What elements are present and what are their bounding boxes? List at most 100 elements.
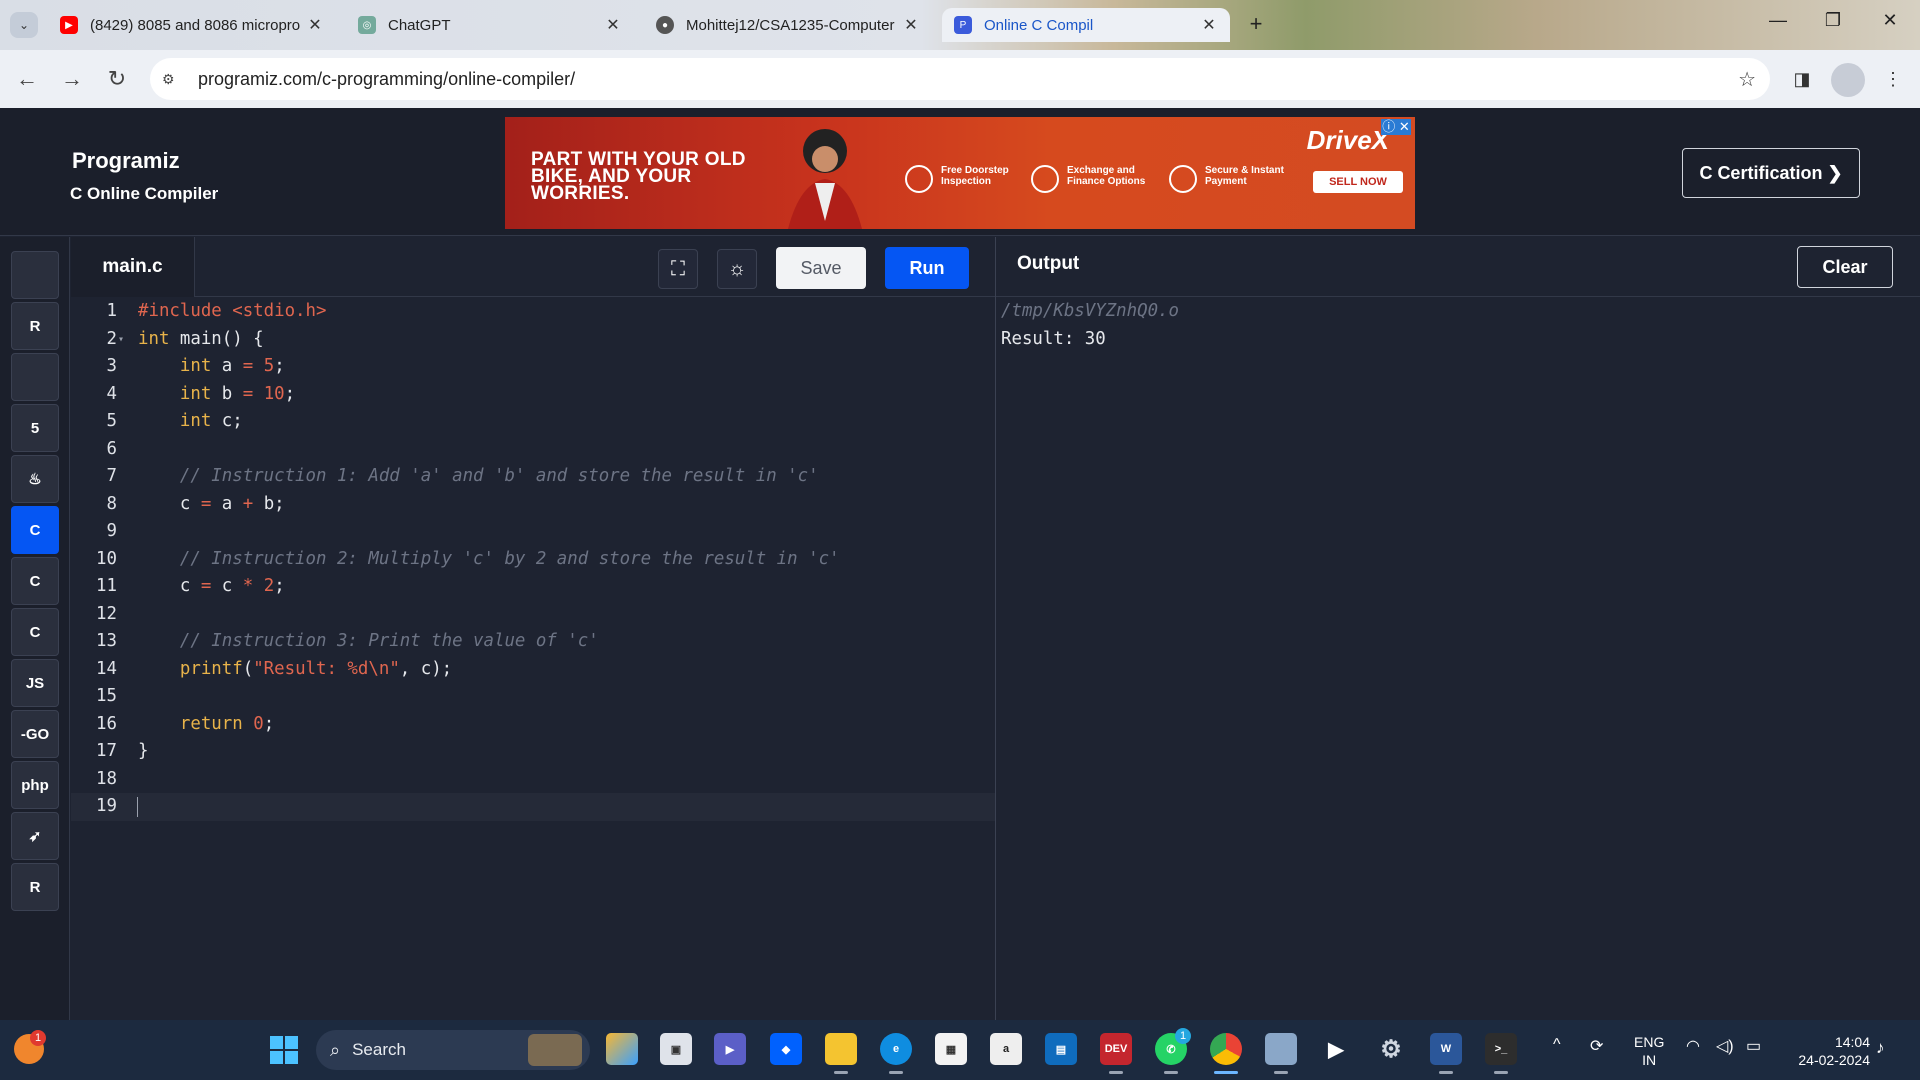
code-line[interactable]: 13 // Instruction 3: Print the value of … xyxy=(71,628,995,656)
volume-icon[interactable]: ◁) xyxy=(1716,1036,1734,1056)
code-text: #include <stdio.h> xyxy=(138,301,327,321)
sidebar-item-java[interactable]: ♨ xyxy=(11,455,59,503)
photos-icon[interactable] xyxy=(1265,1033,1297,1065)
file-explorer-icon[interactable] xyxy=(825,1033,857,1065)
code-line[interactable]: 11 c = c * 2; xyxy=(71,573,995,601)
sidebar-item-rust[interactable]: R xyxy=(11,863,59,911)
clear-button[interactable]: Clear xyxy=(1797,246,1893,288)
sidebar-item-php[interactable]: php xyxy=(11,761,59,809)
edge-icon[interactable]: e xyxy=(880,1033,912,1065)
code-line[interactable]: 5 int c; xyxy=(71,408,995,436)
sidebar-item-r[interactable]: R xyxy=(11,302,59,350)
amazon-icon[interactable]: a xyxy=(990,1033,1022,1065)
sell-now-button[interactable]: SELL NOW xyxy=(1313,171,1403,193)
code-line[interactable]: 15 xyxy=(71,683,995,711)
browser-tab[interactable]: ▶ (8429) 8085 and 8086 micropro ✕ xyxy=(48,8,336,42)
dropbox-icon[interactable]: ◆ xyxy=(770,1033,802,1065)
theme-toggle-icon[interactable]: ☼ xyxy=(717,249,757,289)
code-line[interactable]: 1 #include <stdio.h> xyxy=(71,298,995,326)
dev-cpp-icon[interactable]: DEV xyxy=(1100,1033,1132,1065)
tray-overflow-icon[interactable]: ^ xyxy=(1553,1036,1561,1054)
browser-tab-active[interactable]: P Online C Compil ✕ xyxy=(942,8,1230,42)
close-icon[interactable]: ✕ xyxy=(1200,15,1218,35)
run-button[interactable]: Run xyxy=(885,247,969,289)
teams-chat-icon[interactable]: ▶ xyxy=(714,1033,746,1065)
close-icon[interactable]: ✕ xyxy=(306,15,324,35)
code-line[interactable]: 9 xyxy=(71,518,995,546)
menu-kebab-icon[interactable]: ⋮ xyxy=(1880,66,1906,92)
sidebar-item-go[interactable]: -GO xyxy=(11,710,59,758)
ad-banner[interactable]: PART WITH YOUR OLD BIKE, AND YOUR WORRIE… xyxy=(505,117,1415,229)
sync-icon[interactable]: ⟳ xyxy=(1590,1036,1603,1056)
input-language[interactable]: ENG IN xyxy=(1634,1033,1664,1069)
taskbar-search[interactable]: ⌕ Search xyxy=(316,1030,590,1070)
bookmark-star-icon[interactable]: ☆ xyxy=(1738,67,1756,92)
side-panel-icon[interactable]: ◨ xyxy=(1789,66,1815,92)
code-line[interactable]: 3 int a = 5; xyxy=(71,353,995,381)
sidebar-item-csharp[interactable]: C xyxy=(11,608,59,656)
code-line[interactable]: 2 ▾ int main() { xyxy=(71,326,995,354)
code-line[interactable]: 12 xyxy=(71,601,995,629)
start-menu-icon[interactable] xyxy=(270,1036,298,1064)
code-line[interactable]: 8 c = a + b; xyxy=(71,491,995,519)
fullscreen-icon[interactable]: ⛶ xyxy=(658,249,698,289)
sidebar-item-html[interactable]: 5 xyxy=(11,404,59,452)
programiz-logo[interactable]: Programiz xyxy=(72,148,180,174)
code-line[interactable]: 18 xyxy=(71,766,995,794)
output-console[interactable]: /tmp/KbsVYZnhQ0.o Result: 30 xyxy=(996,298,1920,1020)
sidebar-item-js[interactable]: JS xyxy=(11,659,59,707)
code-editor[interactable]: 1 #include <stdio.h> 2 ▾ int main() {3 int a… xyxy=(71,298,995,1020)
browser-tab[interactable]: ● Mohittej12/CSA1235-Computer ✕ xyxy=(644,8,932,42)
close-window-icon[interactable]: ✕ xyxy=(1875,10,1905,31)
sidebar-item-c[interactable]: C xyxy=(11,506,59,554)
minimize-icon[interactable]: — xyxy=(1763,10,1793,31)
close-icon[interactable]: ✕ xyxy=(902,15,920,35)
sidebar-item-swift[interactable]: ➶ xyxy=(11,812,59,860)
forward-icon[interactable]: → xyxy=(57,66,87,92)
line-number: 8 xyxy=(106,493,117,514)
code-line[interactable]: 6 xyxy=(71,436,995,464)
sidebar-item-python[interactable] xyxy=(11,251,59,299)
sidebar-item-sql[interactable] xyxy=(11,353,59,401)
line-number: 16 xyxy=(96,713,117,734)
task-view-icon[interactable]: ▣ xyxy=(660,1033,692,1065)
battery-icon[interactable]: ▭ xyxy=(1746,1036,1761,1056)
save-button[interactable]: Save xyxy=(776,247,866,289)
code-line[interactable]: 16 return 0; xyxy=(71,711,995,739)
avatar[interactable] xyxy=(1831,63,1865,97)
media-player-icon[interactable]: ▶ xyxy=(1320,1033,1352,1065)
code-line[interactable]: 17} xyxy=(71,738,995,766)
fold-toggle-icon[interactable]: ▾ xyxy=(118,326,124,354)
browser-tab[interactable]: ◎ ChatGPT ✕ xyxy=(346,8,634,42)
word-icon[interactable]: W xyxy=(1430,1033,1462,1065)
code-line[interactable]: 14 printf("Result: %d\n", c); xyxy=(71,656,995,684)
code-line[interactable]: 19 xyxy=(71,793,995,821)
close-icon[interactable]: ✕ xyxy=(604,15,622,35)
code-line[interactable]: 10 // Instruction 2: Multiply 'c' by 2 a… xyxy=(71,546,995,574)
copilot-icon[interactable] xyxy=(606,1033,638,1065)
chrome-icon[interactable] xyxy=(1210,1033,1242,1065)
terminal-icon[interactable]: >_ xyxy=(1485,1033,1517,1065)
new-tab-button[interactable]: + xyxy=(1243,12,1269,38)
ad-choices-icon[interactable]: ⓘ ✕ xyxy=(1381,119,1411,135)
site-header: Programiz C Online Compiler PART WITH YO… xyxy=(0,108,1920,236)
url-text[interactable]: programiz.com/c-programming/online-compi… xyxy=(198,69,575,90)
address-bar[interactable]: ⚙ programiz.com/c-programming/online-com… xyxy=(150,58,1770,100)
news-icon[interactable]: ▤ xyxy=(1045,1033,1077,1065)
back-icon[interactable]: ← xyxy=(12,66,42,92)
c-certification-button[interactable]: C Certification ❯ xyxy=(1682,148,1860,198)
tab-search-button[interactable]: ⌄ xyxy=(10,12,38,38)
settings-icon[interactable]: ⚙ xyxy=(1375,1033,1407,1065)
restore-icon[interactable]: ❐ xyxy=(1818,10,1848,31)
wifi-icon[interactable]: ◠ xyxy=(1686,1036,1700,1056)
notification-bell-icon[interactable]: ♪ xyxy=(1876,1038,1885,1058)
file-tab-main-c[interactable]: main.c xyxy=(71,237,195,297)
code-line[interactable]: 4 int b = 10; xyxy=(71,381,995,409)
sidebar-item-cpp[interactable]: C xyxy=(11,557,59,605)
reload-icon[interactable]: ↻ xyxy=(102,66,132,92)
ms-store-icon[interactable]: ▦ xyxy=(935,1033,967,1065)
clock[interactable]: 14:04 24-02-2024 xyxy=(1786,1033,1870,1069)
code-line[interactable]: 7 // Instruction 1: Add 'a' and 'b' and … xyxy=(71,463,995,491)
running-indicator xyxy=(1494,1071,1508,1074)
site-info-icon[interactable]: ⚙ xyxy=(162,71,184,88)
